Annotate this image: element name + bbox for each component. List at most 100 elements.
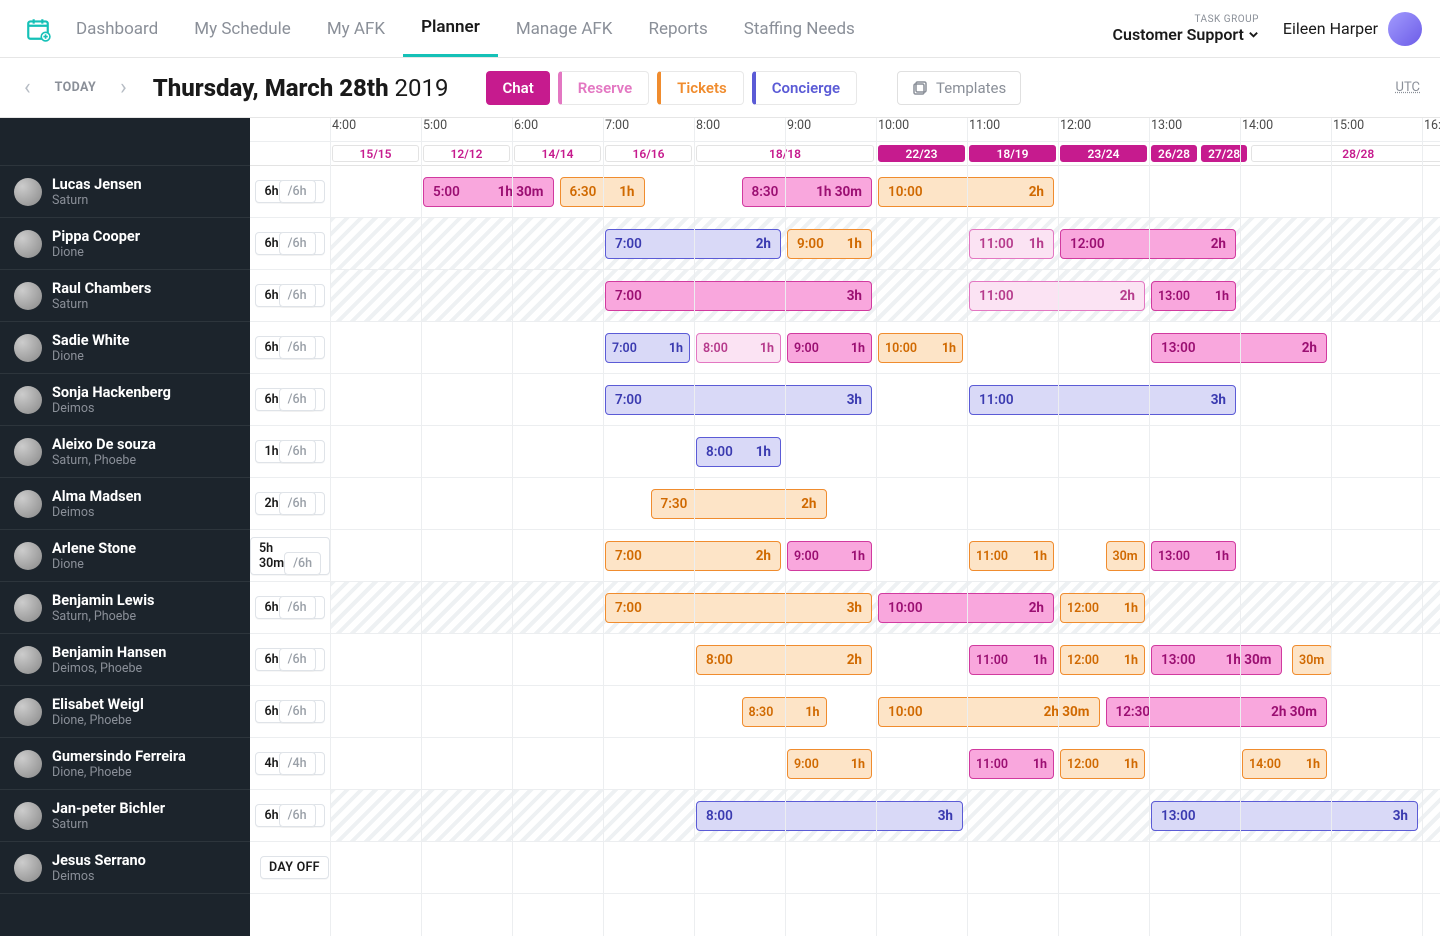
person-row[interactable]: Lucas Jensen Saturn: [0, 166, 250, 218]
schedule-row[interactable]: 6h/6h8:301h10:002h 30m12:302h 30m: [250, 686, 1440, 738]
person-row[interactable]: Raul Chambers Saturn: [0, 270, 250, 322]
schedule-row[interactable]: 6h/6h7:001h8:001h9:001h10:001h13:002h: [250, 322, 1440, 374]
timezone-toggle[interactable]: UTC: [1396, 80, 1420, 95]
schedule-row[interactable]: 2h/6h7:302h: [250, 478, 1440, 530]
task-group-selector[interactable]: TASK GROUP Customer Support: [1113, 14, 1259, 44]
schedule-block-concierge[interactable]: 8:003h: [696, 801, 963, 831]
schedule-block-concierge[interactable]: 7:002h: [605, 229, 781, 259]
schedule-block-tickets[interactable]: 12:001h: [1060, 593, 1145, 623]
schedule-lane[interactable]: 7:001h8:001h9:001h10:001h 13:002h: [330, 322, 1440, 373]
schedule-block-chat[interactable]: 5:001h 30m: [423, 177, 554, 207]
person-row[interactable]: Pippa Cooper Dione: [0, 218, 250, 270]
person-row[interactable]: Aleixo De souza Saturn, Phoebe: [0, 426, 250, 478]
person-row[interactable]: Sadie White Dione: [0, 322, 250, 374]
schedule-block-reserve[interactable]: 11:001h: [969, 229, 1054, 259]
schedule-row[interactable]: 6h/6h7:003h10:002h12:001h: [250, 582, 1440, 634]
nav-my-afk[interactable]: My AFK: [309, 0, 403, 57]
prev-day-arrow[interactable]: ‹: [20, 75, 35, 100]
schedule-row[interactable]: DAY OFF: [250, 842, 1440, 894]
schedule-lane[interactable]: [330, 842, 1440, 893]
schedule-block-reserve[interactable]: 11:002h: [969, 281, 1145, 311]
schedule-block-tickets[interactable]: 10:001h: [878, 333, 963, 363]
schedule-lane[interactable]: 9:001h 11:001h12:001h 14:001h: [330, 738, 1440, 789]
schedule-lane[interactable]: 7:002h9:001h 11:001h12:002h: [330, 218, 1440, 269]
schedule-row[interactable]: 5h 30m/6h7:002h9:001h11:001h30m13:001h: [250, 530, 1440, 582]
schedule-row[interactable]: 6h/6h8:003h13:003h: [250, 790, 1440, 842]
person-row[interactable]: Arlene Stone Dione: [0, 530, 250, 582]
schedule-block-tickets[interactable]: 14:001h: [1242, 749, 1327, 779]
schedule-block-tickets[interactable]: 7:002h: [605, 541, 781, 571]
schedule-block-chat[interactable]: 8:301h 30m: [742, 177, 873, 207]
schedule-row[interactable]: 4h/4h9:001h11:001h12:001h14:001h: [250, 738, 1440, 790]
schedule-block-tickets[interactable]: 10:002h: [878, 177, 1054, 207]
current-user[interactable]: Eileen Harper: [1283, 12, 1422, 46]
schedule-row[interactable]: 6h/6h7:002h9:001h11:001h12:002h: [250, 218, 1440, 270]
schedule-lane[interactable]: 8:001h: [330, 426, 1440, 477]
filter-reserve[interactable]: Reserve: [558, 71, 649, 105]
schedule-row[interactable]: 6h/6h7:003h11:002h13:001h: [250, 270, 1440, 322]
schedule-block-chat[interactable]: 9:001h: [787, 541, 872, 571]
schedule-block-chat[interactable]: 9:001h: [787, 333, 872, 363]
schedule-block-tickets[interactable]: 12:001h: [1060, 749, 1145, 779]
schedule-block-concierge[interactable]: 8:001h: [696, 437, 781, 467]
schedule-block-tickets[interactable]: 11:001h: [969, 541, 1054, 571]
schedule-lane[interactable]: 8:003h 13:003h: [330, 790, 1440, 841]
schedule-block-chat[interactable]: 10:002h: [878, 593, 1054, 623]
today-button[interactable]: TODAY: [49, 80, 103, 95]
person-row[interactable]: Alma Madsen Deimos: [0, 478, 250, 530]
schedule-block-concierge[interactable]: 13:003h: [1151, 801, 1418, 831]
schedule-block-tickets[interactable]: 12:001h: [1060, 645, 1145, 675]
schedule-block-tickets[interactable]: 8:002h: [696, 645, 872, 675]
schedule-block-tickets[interactable]: 30m: [1292, 645, 1332, 675]
schedule-block-tickets[interactable]: 7:003h: [605, 593, 872, 623]
schedule-block-chat[interactable]: 7:003h: [605, 281, 872, 311]
person-row[interactable]: Jesus Serrano Deimos: [0, 842, 250, 894]
person-row[interactable]: Jan-peter Bichler Saturn: [0, 790, 250, 842]
schedule-row[interactable]: 6h/6h8:002h11:001h12:001h13:001h 30m30m: [250, 634, 1440, 686]
schedule-block-chat[interactable]: 13:002h: [1151, 333, 1327, 363]
filter-concierge[interactable]: Concierge: [752, 71, 857, 105]
schedule-block-concierge[interactable]: 11:003h: [969, 385, 1236, 415]
next-day-arrow[interactable]: ›: [116, 75, 131, 100]
schedule-block-concierge[interactable]: 7:003h: [605, 385, 872, 415]
schedule-row[interactable]: 1h/6h8:001h: [250, 426, 1440, 478]
schedule-lane[interactable]: 8:002h 11:001h12:001h13:001h 30m 30m: [330, 634, 1440, 685]
filter-tickets[interactable]: Tickets: [657, 71, 744, 105]
schedule-block-tickets[interactable]: 30m: [1106, 541, 1146, 571]
schedule-block-chat[interactable]: 13:001h: [1151, 541, 1236, 571]
schedule-block-tickets[interactable]: 9:001h: [787, 749, 872, 779]
schedule-block-chat[interactable]: 11:001h: [969, 645, 1054, 675]
nav-staffing-needs[interactable]: Staffing Needs: [726, 0, 873, 57]
schedule-row[interactable]: 6h/6h5:001h 30m6:301h8:301h 30m10:002h: [250, 166, 1440, 218]
nav-dashboard[interactable]: Dashboard: [58, 0, 176, 57]
person-row[interactable]: Gumersindo Ferreira Dione, Phoebe: [0, 738, 250, 790]
schedule-lane[interactable]: 5:001h 30m6:301h8:301h 30m10:002h: [330, 166, 1440, 217]
schedule-block-tickets[interactable]: 8:301h: [742, 697, 827, 727]
nav-reports[interactable]: Reports: [630, 0, 725, 57]
schedule-block-chat[interactable]: 12:002h: [1060, 229, 1236, 259]
schedule-block-chat[interactable]: 11:001h: [969, 749, 1054, 779]
schedule-lane[interactable]: 7:003h 11:003h: [330, 374, 1440, 425]
schedule-block-tickets[interactable]: 9:001h: [787, 229, 872, 259]
filter-chat[interactable]: Chat: [486, 71, 549, 105]
schedule-lane[interactable]: 7:003h10:002h12:001h: [330, 582, 1440, 633]
nav-manage-afk[interactable]: Manage AFK: [498, 0, 631, 57]
schedule-block-concierge[interactable]: 7:001h: [605, 333, 690, 363]
schedule-block-reserve[interactable]: 8:001h: [696, 333, 781, 363]
schedule-lane[interactable]: 7:002h9:001h 11:001h 30m13:001h: [330, 530, 1440, 581]
schedule-block-chat[interactable]: 13:001h: [1151, 281, 1236, 311]
person-row[interactable]: Benjamin Lewis Saturn, Phoebe: [0, 582, 250, 634]
schedule-lane[interactable]: 7:003h 11:002h13:001h: [330, 270, 1440, 321]
nav-planner[interactable]: Planner: [403, 0, 498, 57]
schedule-block-tickets[interactable]: 7:302h: [651, 489, 827, 519]
schedule-row[interactable]: 6h/6h7:003h11:003h: [250, 374, 1440, 426]
schedule-lane[interactable]: 8:301h 10:002h 30m12:302h 30m: [330, 686, 1440, 737]
nav-my-schedule[interactable]: My Schedule: [176, 0, 309, 57]
person-row[interactable]: Benjamin Hansen Deimos, Phoebe: [0, 634, 250, 686]
schedule-block-tickets[interactable]: 10:002h 30m: [878, 697, 1100, 727]
person-row[interactable]: Sonja Hackenberg Deimos: [0, 374, 250, 426]
schedule-block-chat[interactable]: 13:001h 30m: [1151, 645, 1282, 675]
templates-button[interactable]: Templates: [897, 71, 1021, 105]
person-row[interactable]: Elisabet Weigl Dione, Phoebe: [0, 686, 250, 738]
schedule-block-chat[interactable]: 12:302h 30m: [1106, 697, 1328, 727]
